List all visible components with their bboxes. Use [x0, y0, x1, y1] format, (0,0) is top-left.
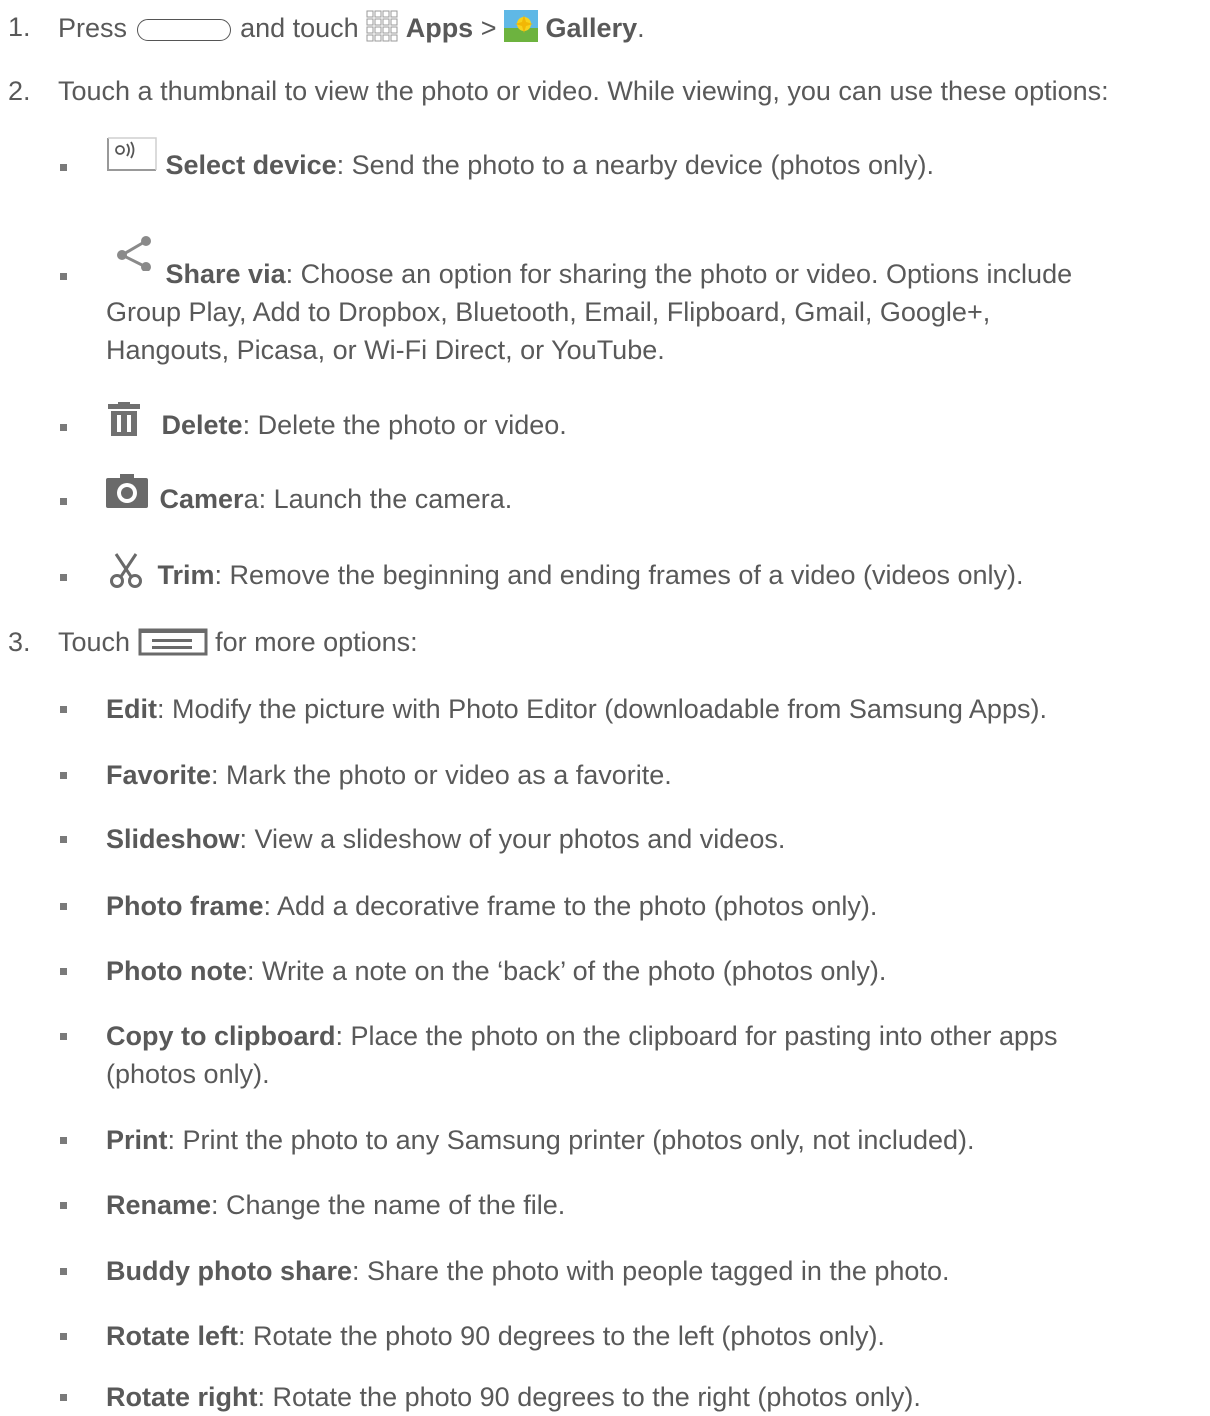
option-name: Select device	[165, 150, 337, 180]
option-desc: : Rotate the photo 90 degrees to the lef…	[238, 1321, 885, 1351]
step-number: 1.	[8, 12, 31, 42]
option-desc: : Add a decorative frame to the photo (p…	[263, 891, 878, 921]
option-name: Rotate left	[106, 1321, 239, 1351]
menu-key-icon	[138, 628, 208, 664]
bullet	[60, 968, 67, 975]
option-desc: : Modify the picture with Photo Editor (…	[157, 694, 1047, 724]
scissors-icon	[108, 552, 144, 596]
option-desc: : Rotate the photo 90 degrees to the rig…	[257, 1382, 921, 1412]
option-desc: : Print the photo to any Samsung printer…	[167, 1125, 975, 1155]
bullet	[60, 1394, 67, 1401]
option-desc: : Remove the beginning and ending frames…	[214, 560, 1024, 590]
option-desc: : Share the photo with people tagged in …	[352, 1256, 950, 1286]
option-desc: : Write a note on the ‘back’ of the phot…	[246, 956, 887, 986]
option-desc-continued: Group Play, Add to Dropbox, Bluetooth, E…	[106, 297, 991, 327]
option-name: Edit	[106, 694, 157, 724]
bullet	[60, 706, 67, 713]
gallery-icon	[504, 10, 539, 50]
bullet	[60, 903, 67, 910]
bullet	[60, 1333, 67, 1340]
bullet	[60, 772, 67, 779]
share-icon	[114, 235, 158, 279]
option-desc: : Launch the camera.	[258, 484, 513, 514]
option-desc: : Place the photo on the clipboard for p…	[335, 1021, 1058, 1051]
option-name: Camer	[159, 484, 244, 514]
option-desc: : Send the photo to a nearby device (pho…	[336, 150, 935, 180]
bullet	[60, 574, 67, 581]
trash-icon	[108, 402, 140, 444]
option-desc: : Mark the photo or video as a favorite.	[211, 760, 672, 790]
step-text: Press and touch Apps > Gallery.	[58, 10, 645, 50]
camera-icon	[106, 474, 148, 516]
option-name: Favorite	[106, 760, 212, 790]
option-name: Trim	[157, 560, 215, 590]
option-desc: : Choose an option for sharing the photo…	[285, 259, 1073, 289]
bullet	[60, 164, 67, 171]
option-name: Copy to clipboard	[106, 1021, 336, 1051]
option-name: Photo frame	[106, 891, 264, 921]
step-number: 2.	[8, 76, 31, 106]
option-name: Rename	[106, 1190, 212, 1220]
option-name: Rotate right	[106, 1382, 258, 1412]
bullet	[60, 836, 67, 843]
gallery-label: Gallery	[545, 13, 638, 44]
step-number: 3.	[8, 627, 31, 657]
option-name: Photo note	[106, 956, 247, 986]
apps-grid-icon	[366, 10, 398, 50]
option-name: Slideshow	[106, 824, 240, 854]
bullet	[60, 1137, 67, 1144]
option-desc: : Delete the photo or video.	[242, 410, 567, 440]
step-text: Touch a thumbnail to view the photo or v…	[58, 76, 1109, 106]
select-device-icon	[106, 136, 158, 180]
option-desc: : View a slideshow of your photos and vi…	[239, 824, 786, 854]
option-name: Buddy photo share	[106, 1256, 353, 1286]
option-name: Delete	[161, 410, 243, 440]
option-desc-continued: Hangouts, Picasa, or Wi-Fi Direct, or Yo…	[106, 335, 665, 365]
home-key-icon	[136, 19, 231, 41]
apps-label: Apps	[405, 13, 474, 44]
bullet	[60, 1033, 67, 1040]
bullet	[60, 273, 67, 280]
option-desc: : Change the name of the file.	[211, 1190, 566, 1220]
option-name: Share via	[165, 259, 286, 289]
option-desc-continued: (photos only).	[106, 1059, 270, 1089]
bullet	[60, 1268, 67, 1275]
bullet	[60, 1202, 67, 1209]
bullet	[60, 424, 67, 431]
bullet	[60, 498, 67, 505]
option-name: Print	[106, 1125, 168, 1155]
